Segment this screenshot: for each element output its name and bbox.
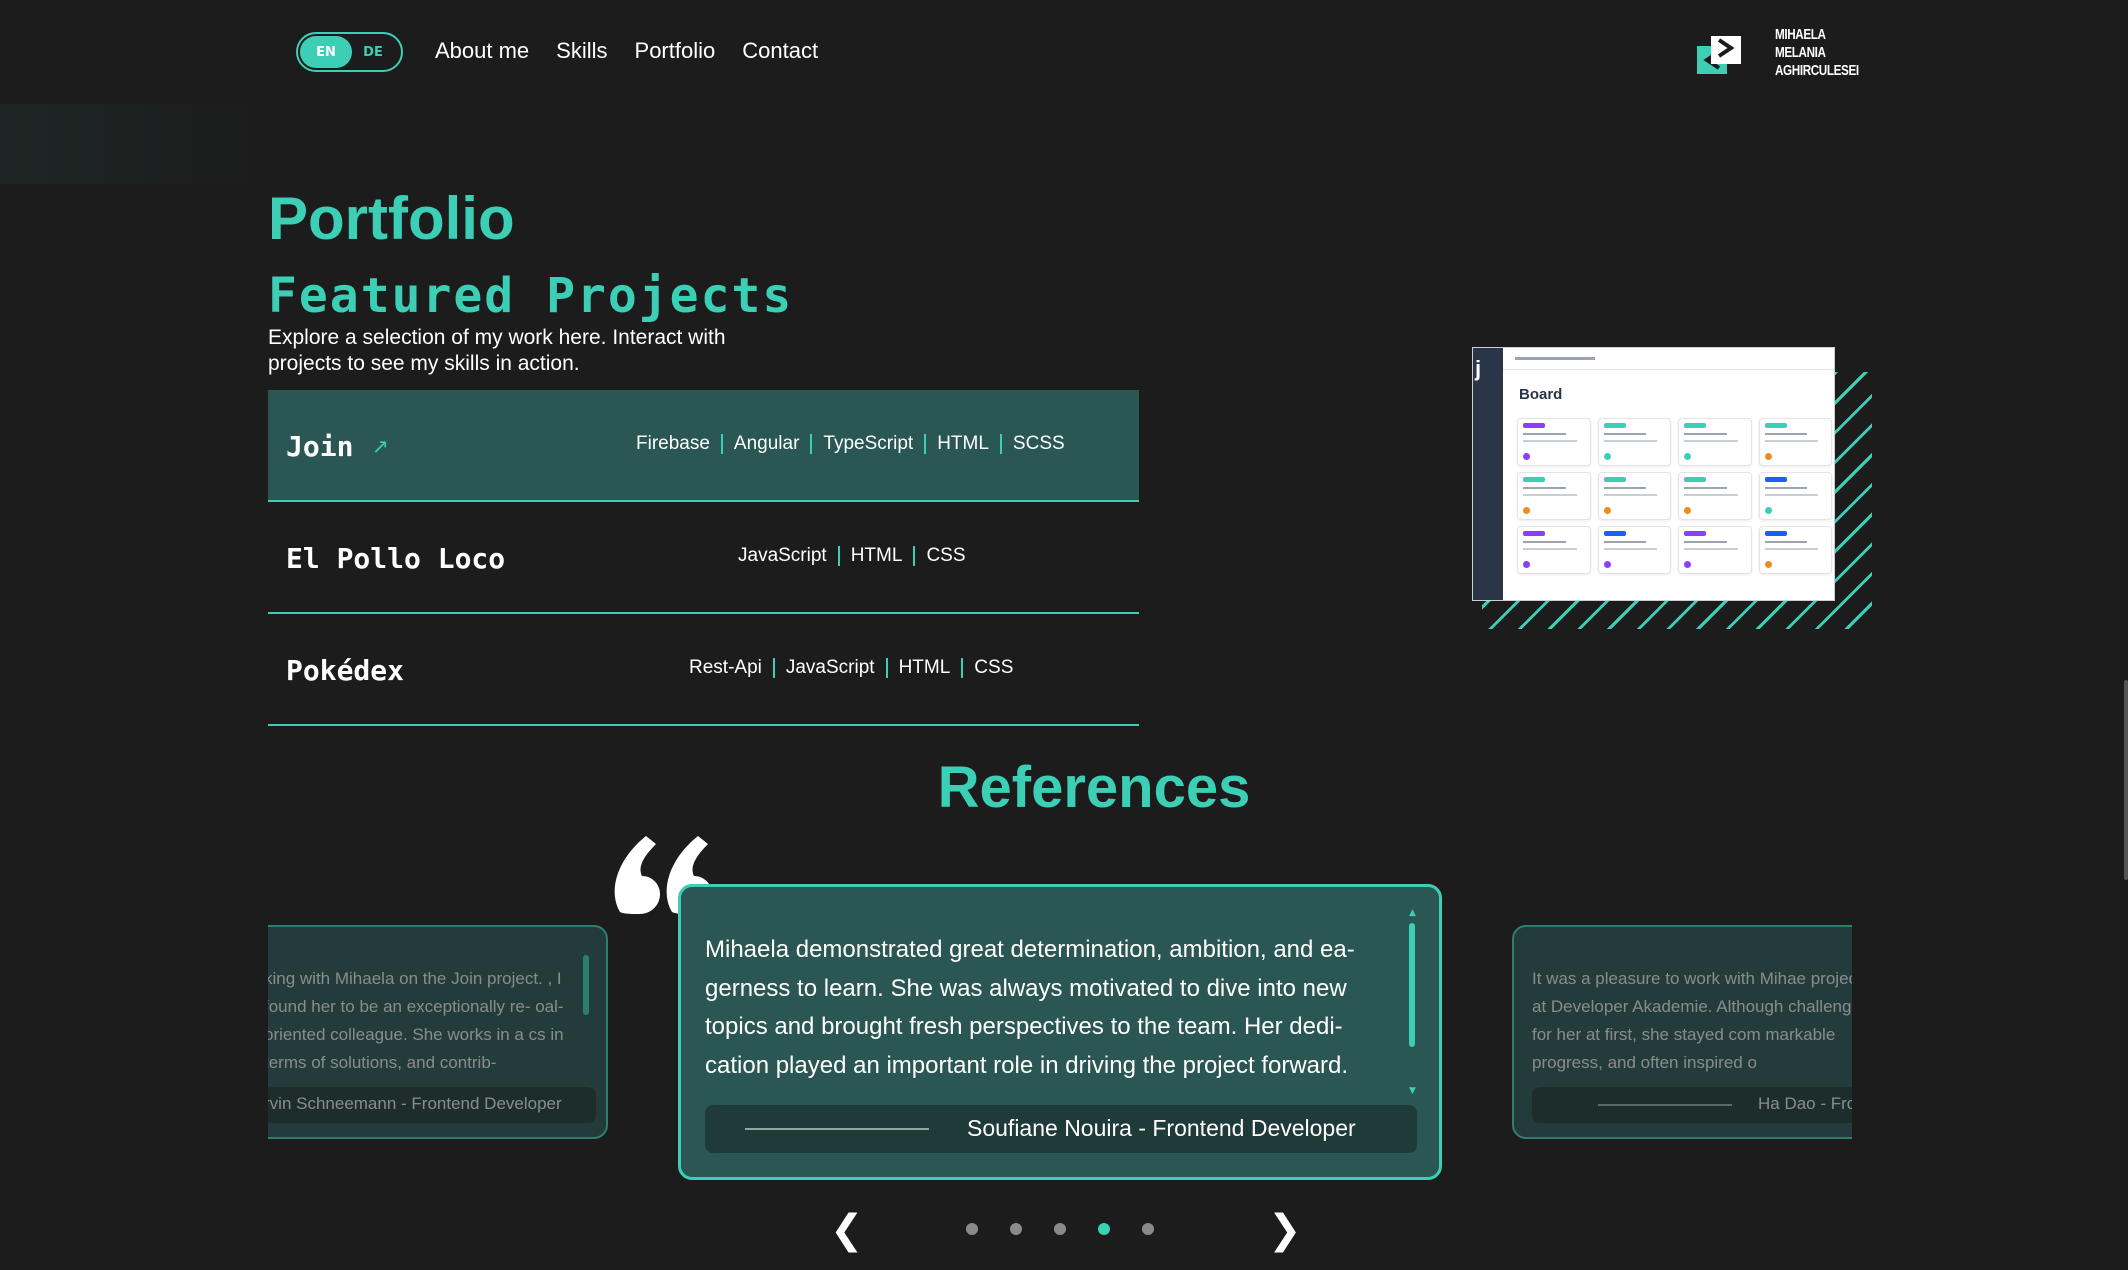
project-tech-list: Rest-Api JavaScript HTML CSS [689, 658, 1024, 678]
tech-tag: HTML [837, 546, 914, 566]
nav-about-me[interactable]: About me [435, 38, 529, 64]
references-title: References [937, 755, 1251, 820]
carousel-controls: ❮ ❯ [0, 1210, 2128, 1250]
tech-tag: TypeScript [810, 434, 924, 454]
carousel-dot-active[interactable] [1098, 1223, 1110, 1235]
site-logo[interactable]: MIHAELA MELANIA AGHIRCULESEI [1697, 26, 1859, 80]
tech-tag: HTML [924, 434, 1000, 454]
logo-line: MIHAELA [1775, 26, 1826, 43]
project-tech-list: Firebase Angular TypeScript HTML SCSS [636, 434, 1076, 454]
tech-tag: CSS [913, 546, 976, 566]
project-preview-image: j Board [1472, 347, 1835, 601]
portfolio-title: Portfolio [268, 185, 515, 252]
portfolio-intro: Explore a selection of my work here. Int… [268, 326, 726, 375]
reference-author: Soufiane Nouira - Frontend Developer [967, 1115, 1356, 1141]
nav-skills[interactable]: Skills [556, 38, 607, 64]
tech-tag: CSS [961, 658, 1024, 678]
preview-sidebar: j [1473, 348, 1503, 600]
page-scrollbar[interactable] [2124, 680, 2128, 880]
reference-author: Ha Dao - Fro [1758, 1094, 1852, 1113]
reference-author-box: rvin Schneemann - Frontend Developer [268, 1087, 596, 1123]
tech-tag: SCSS [999, 434, 1076, 454]
reference-text: Mihaela demonstrated great determination… [705, 936, 1355, 1079]
chevron-right-icon[interactable]: ❯ [1268, 1210, 1302, 1250]
project-row-el-pollo-loco[interactable]: El Pollo Loco JavaScript HTML CSS [268, 502, 1139, 614]
reference-card-next[interactable]: It was a pleasure to work with Mihae pro… [1512, 925, 1852, 1139]
reference-card-active[interactable]: Mihaela demonstrated great determination… [678, 884, 1442, 1180]
featured-projects-title: Featured Projects [268, 268, 794, 324]
reference-scrollbar[interactable] [583, 955, 589, 1015]
nav-contact[interactable]: Contact [742, 38, 818, 64]
project-name: El Pollo Loco [286, 542, 506, 575]
site-header: EN DE About me Skills Portfolio Contact … [0, 0, 2128, 104]
project-name: Pokédex [286, 654, 405, 687]
project-list: Join ↗ Firebase Angular TypeScript HTML … [268, 390, 1139, 726]
project-preview: j Board [1472, 347, 1872, 631]
preview-board-title: Board [1519, 386, 1563, 403]
author-divider [1598, 1104, 1732, 1106]
reference-author-box: Ha Dao - Fro [1532, 1087, 1852, 1123]
reference-text: king with Mihaela on the Join project. ,… [268, 969, 564, 1072]
carousel-dot[interactable] [1142, 1223, 1154, 1235]
tech-tag: Angular [720, 434, 811, 454]
carousel-dot[interactable] [966, 1223, 978, 1235]
tech-tag: Rest-Api [689, 657, 762, 678]
project-tech-list: JavaScript HTML CSS [738, 546, 977, 566]
tech-tag: JavaScript [738, 545, 827, 566]
decorative-glow [0, 104, 260, 184]
project-name: Join [286, 430, 354, 463]
references-carousel: king with Mihaela on the Join project. ,… [268, 880, 1852, 1190]
logo-line: AGHIRCULESEI [1775, 62, 1859, 79]
lang-en-option[interactable]: EN [300, 36, 352, 68]
chevron-left-icon[interactable]: ❮ [830, 1210, 864, 1250]
logo-mark-icon [1697, 36, 1741, 74]
project-row-join[interactable]: Join ↗ Firebase Angular TypeScript HTML … [268, 390, 1139, 502]
arrow-up-right-icon: ↗ [372, 434, 389, 458]
reference-text: It was a pleasure to work with Mihae pro… [1532, 969, 1852, 1072]
preview-topbar [1503, 348, 1834, 370]
scroll-down-icon[interactable]: ▼ [1409, 1087, 1416, 1096]
tech-tag: Firebase [636, 433, 710, 454]
carousel-dots [966, 1223, 1154, 1235]
carousel-dot[interactable] [1010, 1223, 1022, 1235]
lang-de-option[interactable]: DE [351, 36, 395, 68]
reference-author: rvin Schneemann - Frontend Developer [268, 1094, 562, 1113]
main-nav: About me Skills Portfolio Contact [435, 38, 818, 64]
reference-scrollbar[interactable] [1409, 923, 1415, 1047]
scroll-up-icon[interactable]: ▲ [1409, 909, 1416, 918]
preview-columns [1517, 418, 1832, 600]
language-toggle[interactable]: EN DE [296, 32, 403, 72]
carousel-dot[interactable] [1054, 1223, 1066, 1235]
project-row-pokedex[interactable]: Pokédex Rest-Api JavaScript HTML CSS [268, 614, 1139, 726]
nav-portfolio[interactable]: Portfolio [635, 38, 716, 64]
logo-line: MELANIA [1775, 44, 1826, 61]
logo-name: MIHAELA MELANIA AGHIRCULESEI [1775, 26, 1859, 80]
tech-tag: HTML [885, 658, 962, 678]
reference-card-prev[interactable]: king with Mihaela on the Join project. ,… [268, 925, 608, 1139]
author-divider [745, 1128, 929, 1130]
tech-tag: JavaScript [772, 658, 886, 678]
reference-author-box: Soufiane Nouira - Frontend Developer [705, 1105, 1417, 1153]
preview-app-logo: j [1475, 356, 1482, 381]
